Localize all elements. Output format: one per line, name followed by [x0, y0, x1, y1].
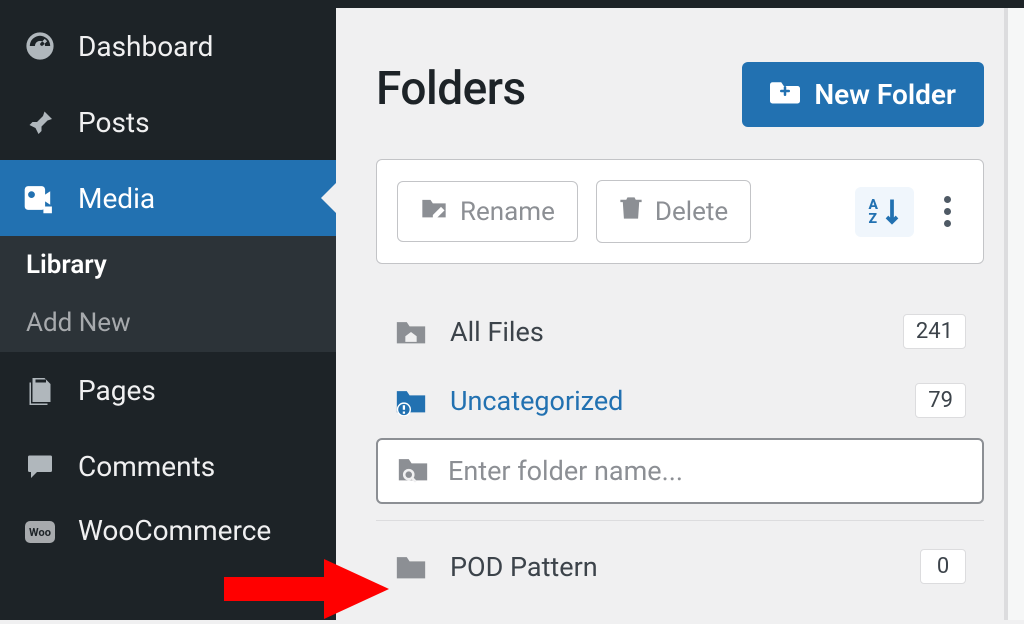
sidebar-item-posts[interactable]: Posts — [0, 84, 336, 160]
more-menu-button[interactable] — [932, 188, 963, 235]
button-label: Rename — [460, 197, 555, 227]
sidebar-item-woocommerce[interactable]: Woo WooCommerce — [0, 504, 336, 544]
admin-topbar — [0, 0, 1024, 8]
sort-az-icon: AZ — [869, 198, 878, 226]
dot-icon — [944, 208, 951, 215]
folder-label: POD Pattern — [450, 551, 900, 583]
sidebar-item-label: Pages — [78, 374, 314, 407]
panel-header: Folders New Folder — [376, 62, 984, 127]
divider — [376, 520, 984, 521]
woocommerce-icon: Woo — [22, 514, 58, 550]
arrow-down-icon — [884, 197, 900, 227]
folder-pod-pattern[interactable]: POD Pattern 0 — [376, 535, 984, 598]
delete-button[interactable]: Delete — [596, 180, 751, 243]
folder-search-input[interactable] — [448, 455, 964, 487]
button-label: New Folder — [814, 78, 956, 111]
folder-count: 0 — [920, 549, 966, 584]
sidebar-item-label: Media — [78, 182, 314, 215]
sidebar-item-media[interactable]: Media — [0, 160, 336, 236]
sidebar-item-dashboard[interactable]: Dashboard — [0, 8, 336, 84]
sidebar-sub-library[interactable]: Library — [0, 236, 336, 294]
trash-icon — [619, 195, 643, 228]
sidebar-item-pages[interactable]: Pages — [0, 352, 336, 428]
pin-icon — [22, 104, 58, 140]
dot-icon — [944, 220, 951, 227]
svg-text:Woo: Woo — [29, 526, 51, 539]
panel-title: Folders — [376, 62, 526, 116]
folder-label: Uncategorized — [450, 385, 895, 417]
folder-toolbar: Rename Delete AZ — [376, 159, 984, 264]
admin-sidebar: Dashboard Posts Media Library Add New Pa… — [0, 8, 336, 620]
new-folder-button[interactable]: New Folder — [742, 62, 984, 127]
sidebar-item-label: Comments — [78, 450, 314, 483]
folders-panel: Folders New Folder Rename Delete — [336, 8, 1024, 620]
folder-alert-icon — [394, 385, 430, 417]
comments-icon — [22, 448, 58, 484]
sidebar-item-label: WooCommerce — [78, 514, 314, 547]
sidebar-item-comments[interactable]: Comments — [0, 428, 336, 504]
folder-all-files[interactable]: All Files 241 — [376, 300, 984, 363]
button-label: Delete — [655, 197, 728, 227]
dashboard-icon — [22, 28, 58, 64]
pages-icon — [22, 372, 58, 408]
sidebar-item-label: Dashboard — [78, 30, 314, 63]
dot-icon — [944, 196, 951, 203]
app-layout: Dashboard Posts Media Library Add New Pa… — [0, 8, 1024, 620]
media-icon — [22, 180, 58, 216]
folder-search-icon — [396, 454, 430, 488]
sort-az-button[interactable]: AZ — [855, 187, 914, 237]
folder-count: 79 — [915, 383, 966, 418]
sidebar-sub-add-new[interactable]: Add New — [0, 294, 336, 352]
folder-plus-icon — [770, 78, 800, 111]
panel-edge — [1004, 8, 1024, 620]
folder-count: 241 — [903, 314, 966, 349]
sidebar-item-label: Posts — [78, 106, 314, 139]
folder-icon — [394, 551, 430, 583]
rename-button[interactable]: Rename — [397, 181, 578, 242]
folder-label: All Files — [450, 316, 883, 348]
folder-search[interactable] — [376, 438, 984, 504]
folder-edit-icon — [420, 196, 448, 227]
home-folder-icon — [394, 316, 430, 348]
folder-uncategorized[interactable]: Uncategorized 79 — [376, 369, 984, 432]
